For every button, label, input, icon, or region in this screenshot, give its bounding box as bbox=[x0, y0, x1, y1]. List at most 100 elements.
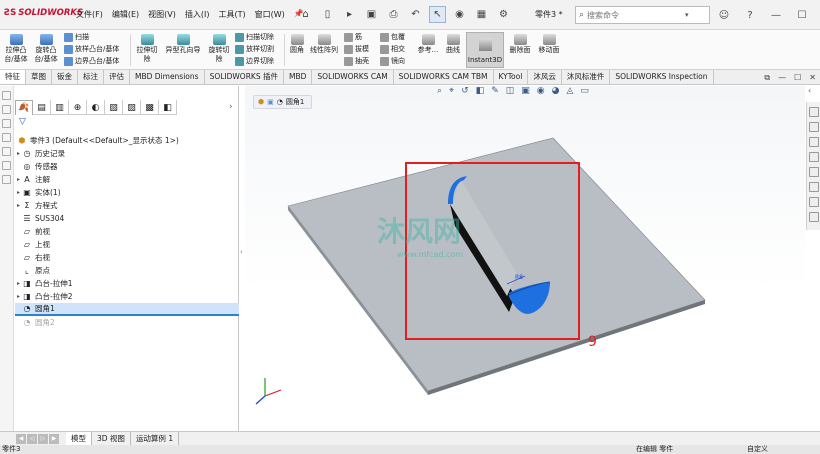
tab-markup[interactable]: 标注 bbox=[78, 70, 104, 84]
tab-evaluate[interactable]: 评估 bbox=[104, 70, 130, 84]
tree-item[interactable]: ▸ ▣ 实体(1) bbox=[15, 186, 239, 199]
expand-arrow-icon[interactable]: ▸ bbox=[15, 277, 22, 290]
zoom-to-fit-icon[interactable]: ⌕ bbox=[437, 86, 442, 96]
tab-solidworks-inspection[interactable]: SOLIDWORKS Inspection bbox=[610, 70, 714, 84]
tree-item[interactable]: ▸ Σ 方程式 bbox=[15, 199, 239, 212]
edit-appearance-icon[interactable]: ◕ bbox=[552, 86, 560, 96]
solidworks-logo[interactable]: ƧS SOLIDWORKS bbox=[4, 8, 83, 18]
tree-root[interactable]: ⬢ 零件3 (Default<<Default>_显示状态 1>) bbox=[15, 134, 239, 147]
cam-tool-tab-icon[interactable]: ▩ bbox=[141, 100, 159, 115]
fillet-dimension-label[interactable]: R8 bbox=[515, 274, 523, 281]
tab-mbd[interactable]: MBD bbox=[284, 70, 313, 84]
help-icon[interactable]: ? bbox=[742, 7, 758, 23]
curves-button[interactable]: 曲线 bbox=[442, 34, 464, 55]
task-pane-toggle-icon[interactable]: ‹ bbox=[808, 86, 811, 95]
home-icon[interactable]: ⌂ bbox=[297, 6, 314, 23]
close-doc-icon[interactable]: ✕ bbox=[809, 73, 816, 82]
design-library-icon[interactable] bbox=[809, 122, 819, 132]
maximize-doc-icon[interactable]: ☐ bbox=[794, 73, 801, 82]
strip-icon[interactable] bbox=[2, 119, 11, 128]
resources-icon[interactable] bbox=[809, 107, 819, 117]
delete-face-button[interactable]: 删除面 bbox=[506, 34, 534, 55]
menu-insert[interactable]: 插入(I) bbox=[185, 9, 210, 20]
lofted-cut-button[interactable]: 放样切割 bbox=[235, 44, 274, 54]
tab-mbd-dimensions[interactable]: MBD Dimensions bbox=[130, 70, 205, 84]
boundary-boss-button[interactable]: 边界凸台/基体 bbox=[64, 56, 119, 66]
revolve-cut-button[interactable]: 旋转切除 bbox=[206, 34, 232, 64]
display-style-icon[interactable]: ▣ bbox=[521, 86, 530, 96]
scene-icon[interactable]: ◬ bbox=[566, 86, 573, 96]
boundary-cut-button[interactable]: 边界切除 bbox=[235, 56, 274, 66]
tree-item[interactable]: ◎ 传感器 bbox=[15, 160, 239, 173]
mirror-button[interactable]: 镜向 bbox=[380, 56, 405, 66]
view-palette-icon[interactable] bbox=[809, 152, 819, 162]
panel-collapse-handle-icon[interactable]: ‹ bbox=[240, 248, 243, 256]
sweep-button[interactable]: 扫描 bbox=[64, 32, 89, 42]
appearances-icon[interactable] bbox=[809, 167, 819, 177]
restore-icon[interactable]: ⧉ bbox=[764, 73, 770, 83]
linear-pattern-button[interactable]: 线性阵列 bbox=[308, 34, 340, 55]
expand-arrow-icon[interactable]: ▸ bbox=[15, 173, 22, 186]
tree-item[interactable]: ▱ 右视 bbox=[15, 251, 239, 264]
instant3d-button[interactable]: Instant3D bbox=[466, 32, 504, 68]
status-units[interactable]: 自定义 bbox=[747, 445, 768, 454]
strip-icon[interactable] bbox=[2, 105, 11, 114]
tab-model[interactable]: 模型 bbox=[66, 432, 92, 445]
save-icon[interactable]: ▣ bbox=[363, 6, 380, 23]
hole-wizard-button[interactable]: 异型孔向导 bbox=[162, 34, 204, 55]
part-breadcrumb-icon[interactable]: ⬢ bbox=[258, 98, 264, 106]
tree-item[interactable]: ▸ ◨ 凸台-拉伸1 bbox=[15, 277, 239, 290]
strip-icon[interactable] bbox=[2, 161, 11, 170]
view-orientation-icon[interactable]: ◫ bbox=[506, 86, 515, 96]
tab-scroll-right-icon[interactable]: › bbox=[229, 102, 233, 112]
tab-features[interactable]: 特征 bbox=[0, 70, 26, 84]
body-breadcrumb-icon[interactable]: ▣ bbox=[267, 98, 274, 106]
menu-file[interactable]: 文件(F) bbox=[76, 9, 103, 20]
tree-item[interactable]: ▱ 上视 bbox=[15, 238, 239, 251]
custom-properties-icon[interactable] bbox=[809, 182, 819, 192]
prev-tab-icon[interactable]: ◁ bbox=[27, 433, 37, 444]
undo-icon[interactable]: ↶ bbox=[407, 6, 424, 23]
options-gear-icon[interactable]: ⚙ bbox=[495, 6, 512, 23]
solidworks-forum-icon[interactable] bbox=[809, 197, 819, 207]
minimize-icon[interactable]: — bbox=[768, 7, 784, 23]
print-icon[interactable]: ⎙ bbox=[385, 6, 402, 23]
intersect-button[interactable]: 相交 bbox=[380, 44, 405, 54]
menu-tools[interactable]: 工具(T) bbox=[218, 9, 245, 20]
strip-icon[interactable] bbox=[2, 147, 11, 156]
tab-kytool[interactable]: KYTool bbox=[494, 70, 529, 84]
filter-icon[interactable]: ▽ bbox=[19, 117, 26, 127]
menu-window[interactable]: 窗口(W) bbox=[255, 9, 285, 20]
dimxpert-tab-icon[interactable]: ⊕ bbox=[69, 100, 87, 115]
tab-sheet-metal[interactable]: 钣金 bbox=[52, 70, 78, 84]
tree-item[interactable]: ▸ ◷ 历史记录 bbox=[15, 147, 239, 160]
cam-operation-tab-icon[interactable]: ▨ bbox=[123, 100, 141, 115]
revolve-boss-button[interactable]: 旋转凸台/基体 bbox=[32, 34, 60, 64]
maximize-icon[interactable]: ☐ bbox=[794, 7, 810, 23]
move-face-button[interactable]: 移动面 bbox=[535, 34, 563, 55]
section-view-icon[interactable]: ◧ bbox=[476, 86, 485, 96]
extrude-cut-button[interactable]: 拉伸切除 bbox=[134, 34, 160, 64]
file-explorer-icon[interactable] bbox=[809, 137, 819, 147]
strip-icon[interactable] bbox=[2, 175, 11, 184]
menu-edit[interactable]: 编辑(E) bbox=[112, 9, 139, 20]
extra-tab-icon[interactable]: ◧ bbox=[159, 100, 177, 115]
tab-sketch[interactable]: 草图 bbox=[26, 70, 52, 84]
user-icon[interactable]: ☺ bbox=[716, 7, 732, 23]
rebuild-icon[interactable]: ▦ bbox=[473, 6, 490, 23]
configuration-manager-tab-icon[interactable]: ▥ bbox=[51, 100, 69, 115]
expand-arrow-icon[interactable]: ▸ bbox=[15, 199, 22, 212]
search-dropdown-icon[interactable]: ▾ bbox=[685, 11, 689, 19]
previous-view-icon[interactable]: ↺ bbox=[461, 86, 469, 96]
tree-item[interactable]: ☰ SUS304 bbox=[15, 212, 239, 225]
zoom-area-icon[interactable]: ⌖ bbox=[449, 86, 454, 96]
tab-mufeng-cloud[interactable]: 沐风云 bbox=[528, 70, 562, 84]
tree-item[interactable]: ▱ 前视 bbox=[15, 225, 239, 238]
feature-tree-tab-icon[interactable]: 🍂 bbox=[15, 100, 33, 115]
wrap-button[interactable]: 包覆 bbox=[380, 32, 405, 42]
property-manager-tab-icon[interactable]: ▤ bbox=[33, 100, 51, 115]
swept-cut-button[interactable]: 扫描切除 bbox=[235, 32, 274, 42]
select-pointer-icon[interactable]: ↖ bbox=[429, 6, 446, 23]
expand-arrow-icon[interactable]: ▸ bbox=[15, 186, 22, 199]
last-tab-icon[interactable]: ▶ bbox=[49, 433, 59, 444]
